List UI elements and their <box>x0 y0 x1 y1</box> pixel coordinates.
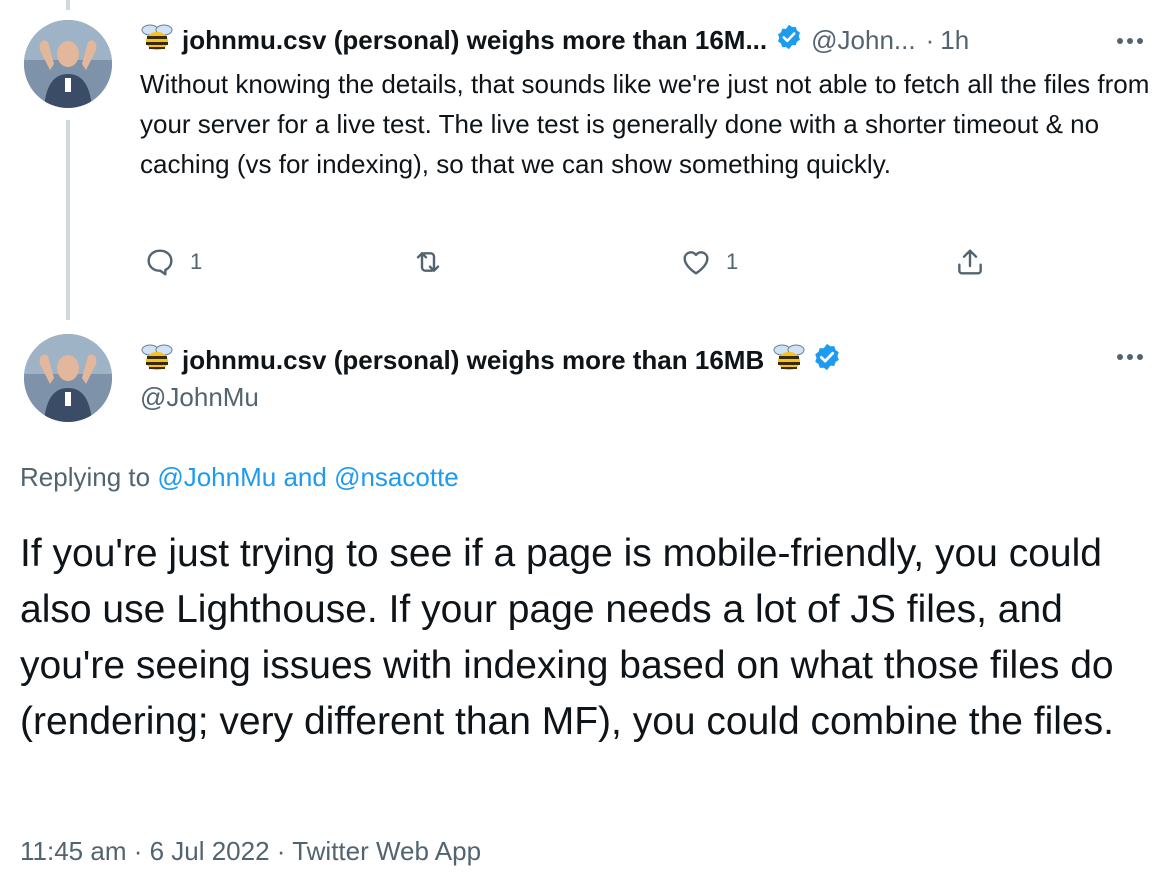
parent-tweet-text: Without knowing the details, that sounds… <box>140 69 1150 179</box>
share-icon <box>954 246 986 278</box>
thread-connector <box>66 120 70 320</box>
replying-and[interactable]: and <box>283 462 326 492</box>
author-handle[interactable]: @JohnMu <box>140 382 259 413</box>
author-name[interactable]: johnmu.csv (personal) weighs more than 1… <box>182 345 764 376</box>
heart-icon <box>680 246 712 278</box>
retweet-icon <box>412 246 444 278</box>
time-separator: · <box>925 24 935 55</box>
verified-badge-icon <box>812 342 842 379</box>
main-tweet-author: johnmu.csv (personal) weighs more than 1… <box>140 340 842 380</box>
avatar[interactable] <box>24 20 112 108</box>
tweet-timestamp[interactable]: 11:45 am · 6 Jul 2022 · Twitter Web App <box>20 836 481 867</box>
reply-count: 1 <box>190 249 203 274</box>
more-options-icon[interactable] <box>1117 38 1143 44</box>
tweet-actions: 1 1 <box>140 246 1000 286</box>
verified-badge-icon <box>775 23 803 58</box>
bee-emoji-icon <box>140 20 174 61</box>
replying-prefix: Replying to <box>20 462 151 492</box>
more-options-icon[interactable] <box>1117 354 1143 360</box>
author-name[interactable]: johnmu.csv (personal) weighs more than 1… <box>182 25 767 56</box>
replying-to: Replying to @JohnMu and @nsacotte <box>20 462 459 493</box>
parent-tweet-header: johnmu.csv (personal) weighs more than 1… <box>140 20 969 60</box>
like-count: 1 <box>726 249 739 274</box>
author-handle[interactable]: @John... <box>811 25 915 56</box>
main-tweet-text: If you're just trying to see if a page i… <box>20 532 1114 743</box>
retweet-button[interactable] <box>412 246 458 278</box>
bee-emoji-icon <box>772 340 806 381</box>
reply-button[interactable]: 1 <box>144 246 202 278</box>
share-button[interactable] <box>954 246 986 278</box>
tweet-time[interactable]: 1h <box>940 25 969 56</box>
thread-connector-top <box>66 0 70 10</box>
mention-link[interactable]: @nsacotte <box>334 462 459 492</box>
like-button[interactable]: 1 <box>680 246 738 278</box>
mention-link[interactable]: @JohnMu <box>157 462 276 492</box>
reply-icon <box>144 246 176 278</box>
avatar[interactable] <box>24 334 112 422</box>
bee-emoji-icon <box>140 340 174 381</box>
